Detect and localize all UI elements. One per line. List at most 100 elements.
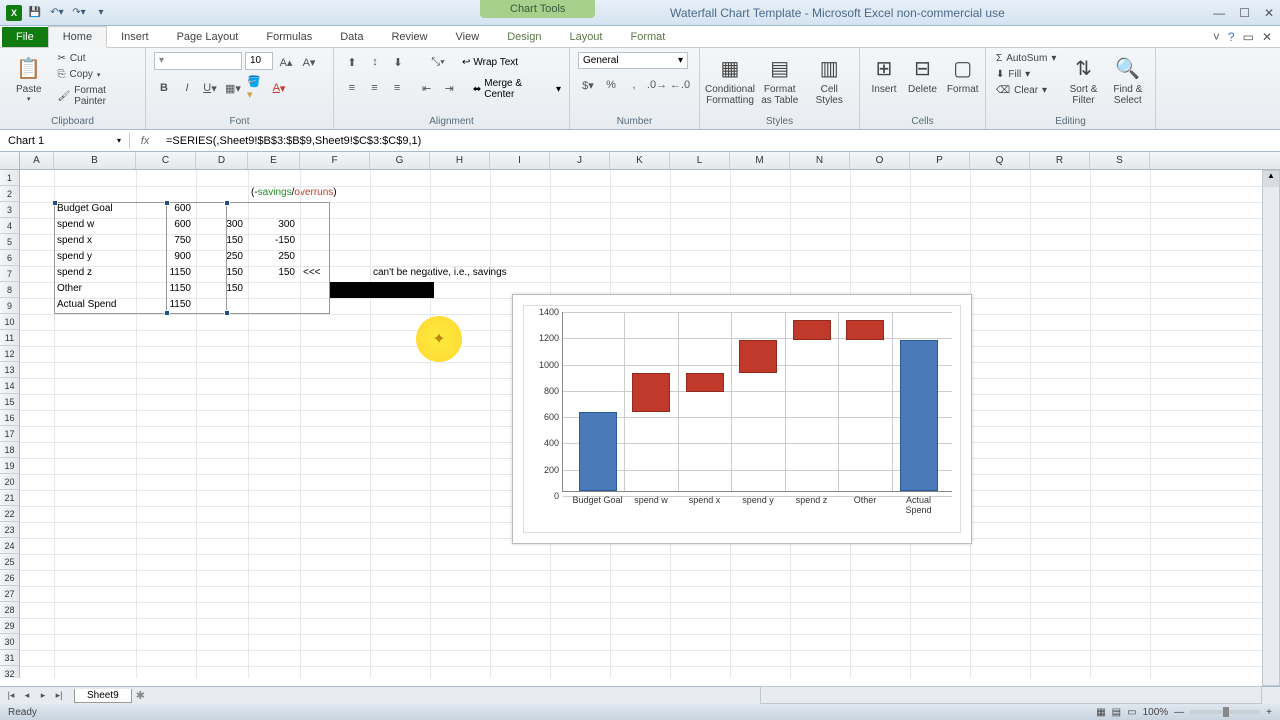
horizontal-scrollbar[interactable]	[760, 686, 1262, 704]
chart-bar-spend y-delta[interactable]	[739, 340, 777, 373]
row-header-19[interactable]: 19	[0, 458, 20, 474]
underline-button[interactable]: U▾	[200, 78, 220, 98]
view-normal-icon[interactable]: ▦	[1096, 707, 1105, 718]
tab-file[interactable]: File	[2, 27, 48, 47]
align-center-icon[interactable]: ≡	[365, 78, 385, 98]
row-header-23[interactable]: 23	[0, 522, 20, 538]
col-header-F[interactable]: F	[300, 152, 370, 169]
row-header-12[interactable]: 12	[0, 346, 20, 362]
chart-bar-Actual Spend[interactable]	[900, 340, 938, 491]
row-header-7[interactable]: 7	[0, 266, 20, 282]
fill-color-button[interactable]: 🪣▾	[246, 78, 266, 98]
row-header-16[interactable]: 16	[0, 410, 20, 426]
col-header-Q[interactable]: Q	[970, 152, 1030, 169]
insert-cells-button[interactable]: ⊞Insert	[868, 52, 900, 97]
format-cells-button[interactable]: ▢Format	[945, 52, 981, 97]
cell-E2[interactable]: (-savings/overruns)	[248, 186, 368, 202]
help-icon[interactable]: ?	[1228, 30, 1235, 44]
last-sheet-icon[interactable]: ▸|	[52, 690, 66, 701]
clear-button[interactable]: ⌫Clear▾	[994, 84, 1058, 97]
col-header-E[interactable]: E	[248, 152, 300, 169]
row-header-9[interactable]: 9	[0, 298, 20, 314]
number-format-select[interactable]: General▾	[578, 52, 688, 69]
close-icon[interactable]: ✕	[1264, 6, 1274, 20]
name-box[interactable]: Chart 1▾	[0, 133, 130, 149]
selection-handle[interactable]	[224, 200, 230, 206]
zoom-slider[interactable]	[1190, 710, 1260, 714]
view-break-icon[interactable]: ▭	[1127, 707, 1136, 718]
col-header-S[interactable]: S	[1090, 152, 1150, 169]
align-middle-icon[interactable]: ↕	[365, 52, 385, 72]
align-left-icon[interactable]: ≡	[342, 78, 362, 98]
sheet-tab-active[interactable]: Sheet9	[74, 689, 132, 703]
align-top-icon[interactable]: ⬆	[342, 52, 362, 72]
format-painter-button[interactable]: 🖌Format Painter	[56, 84, 137, 108]
row-header-28[interactable]: 28	[0, 602, 20, 618]
col-header-A[interactable]: A	[20, 152, 54, 169]
row-header-20[interactable]: 20	[0, 474, 20, 490]
undo-icon[interactable]: ↶▾	[48, 4, 66, 22]
tab-page-layout[interactable]: Page Layout	[163, 27, 253, 47]
grow-font-icon[interactable]: A▴	[276, 52, 296, 72]
bold-button[interactable]: B	[154, 78, 174, 98]
minimize-ribbon-icon[interactable]: ˅	[1213, 30, 1220, 44]
selection-handle[interactable]	[164, 200, 170, 206]
row-header-6[interactable]: 6	[0, 250, 20, 266]
row-header-10[interactable]: 10	[0, 314, 20, 330]
col-header-D[interactable]: D	[196, 152, 248, 169]
maximize-icon[interactable]: ☐	[1239, 6, 1250, 20]
row-header-15[interactable]: 15	[0, 394, 20, 410]
row-header-11[interactable]: 11	[0, 330, 20, 346]
prev-sheet-icon[interactable]: ◂	[20, 690, 34, 701]
cell-G7[interactable]: can't be negative, i.e., savings	[370, 266, 570, 282]
col-header-B[interactable]: B	[54, 152, 136, 169]
tab-design[interactable]: Design	[493, 27, 555, 47]
col-header-O[interactable]: O	[850, 152, 910, 169]
tab-insert[interactable]: Insert	[107, 27, 163, 47]
merge-center-button[interactable]: ⬌Merge & Center▾	[473, 78, 561, 100]
paste-button[interactable]: 📋 Paste▾	[8, 52, 50, 105]
shrink-font-icon[interactable]: A▾	[299, 52, 319, 72]
view-layout-icon[interactable]: ▤	[1112, 707, 1121, 718]
col-header-H[interactable]: H	[430, 152, 490, 169]
chart-bar-spend z-delta[interactable]	[793, 320, 831, 340]
next-sheet-icon[interactable]: ▸	[36, 690, 50, 701]
font-family-select[interactable]: ▾	[154, 52, 242, 70]
autosum-button[interactable]: ΣAutoSum▾	[994, 52, 1058, 65]
vertical-scrollbar[interactable]: ▲	[1262, 170, 1280, 686]
tab-layout[interactable]: Layout	[555, 27, 616, 47]
font-size-select[interactable]: 10	[245, 52, 273, 70]
sort-filter-button[interactable]: ⇅Sort & Filter	[1064, 52, 1102, 108]
increase-indent-icon[interactable]: ⇥	[439, 78, 459, 98]
chart-bar-spend x-delta[interactable]	[686, 373, 724, 393]
row-header-18[interactable]: 18	[0, 442, 20, 458]
find-select-button[interactable]: 🔍Find & Select	[1109, 52, 1147, 108]
selection-handle[interactable]	[224, 310, 230, 316]
col-header-G[interactable]: G	[370, 152, 430, 169]
cell-styles-button[interactable]: ▥Cell Styles	[808, 52, 852, 108]
fx-icon[interactable]: fx	[130, 135, 160, 147]
align-right-icon[interactable]: ≡	[387, 78, 407, 98]
close-workbook-icon[interactable]: ✕	[1262, 30, 1272, 44]
italic-button[interactable]: I	[177, 78, 197, 98]
conditional-formatting-button[interactable]: ▦Conditional Formatting	[708, 52, 752, 108]
qat-customize-icon[interactable]: ▾	[92, 4, 110, 22]
formula-input[interactable]: =SERIES(,Sheet9!$B$3:$B$9,Sheet9!$C$3:$C…	[160, 133, 1280, 149]
currency-icon[interactable]: $▾	[578, 75, 598, 95]
row-header-25[interactable]: 25	[0, 554, 20, 570]
row-header-31[interactable]: 31	[0, 650, 20, 666]
border-button[interactable]: ▦▾	[223, 78, 243, 98]
row-header-32[interactable]: 32	[0, 666, 20, 678]
tab-format[interactable]: Format	[616, 27, 679, 47]
decrease-decimal-icon[interactable]: ←.0	[670, 75, 690, 95]
row-header-3[interactable]: 3	[0, 202, 20, 218]
first-sheet-icon[interactable]: |◂	[4, 690, 18, 701]
comma-icon[interactable]: ,	[624, 75, 644, 95]
orientation-icon[interactable]: ⤡▾	[428, 52, 448, 72]
new-sheet-icon[interactable]: ✱	[136, 689, 145, 702]
format-as-table-button[interactable]: ▤Format as Table	[758, 52, 802, 108]
col-header-P[interactable]: P	[910, 152, 970, 169]
align-bottom-icon[interactable]: ⬇	[388, 52, 408, 72]
zoom-out-icon[interactable]: —	[1174, 707, 1184, 718]
col-header-C[interactable]: C	[136, 152, 196, 169]
